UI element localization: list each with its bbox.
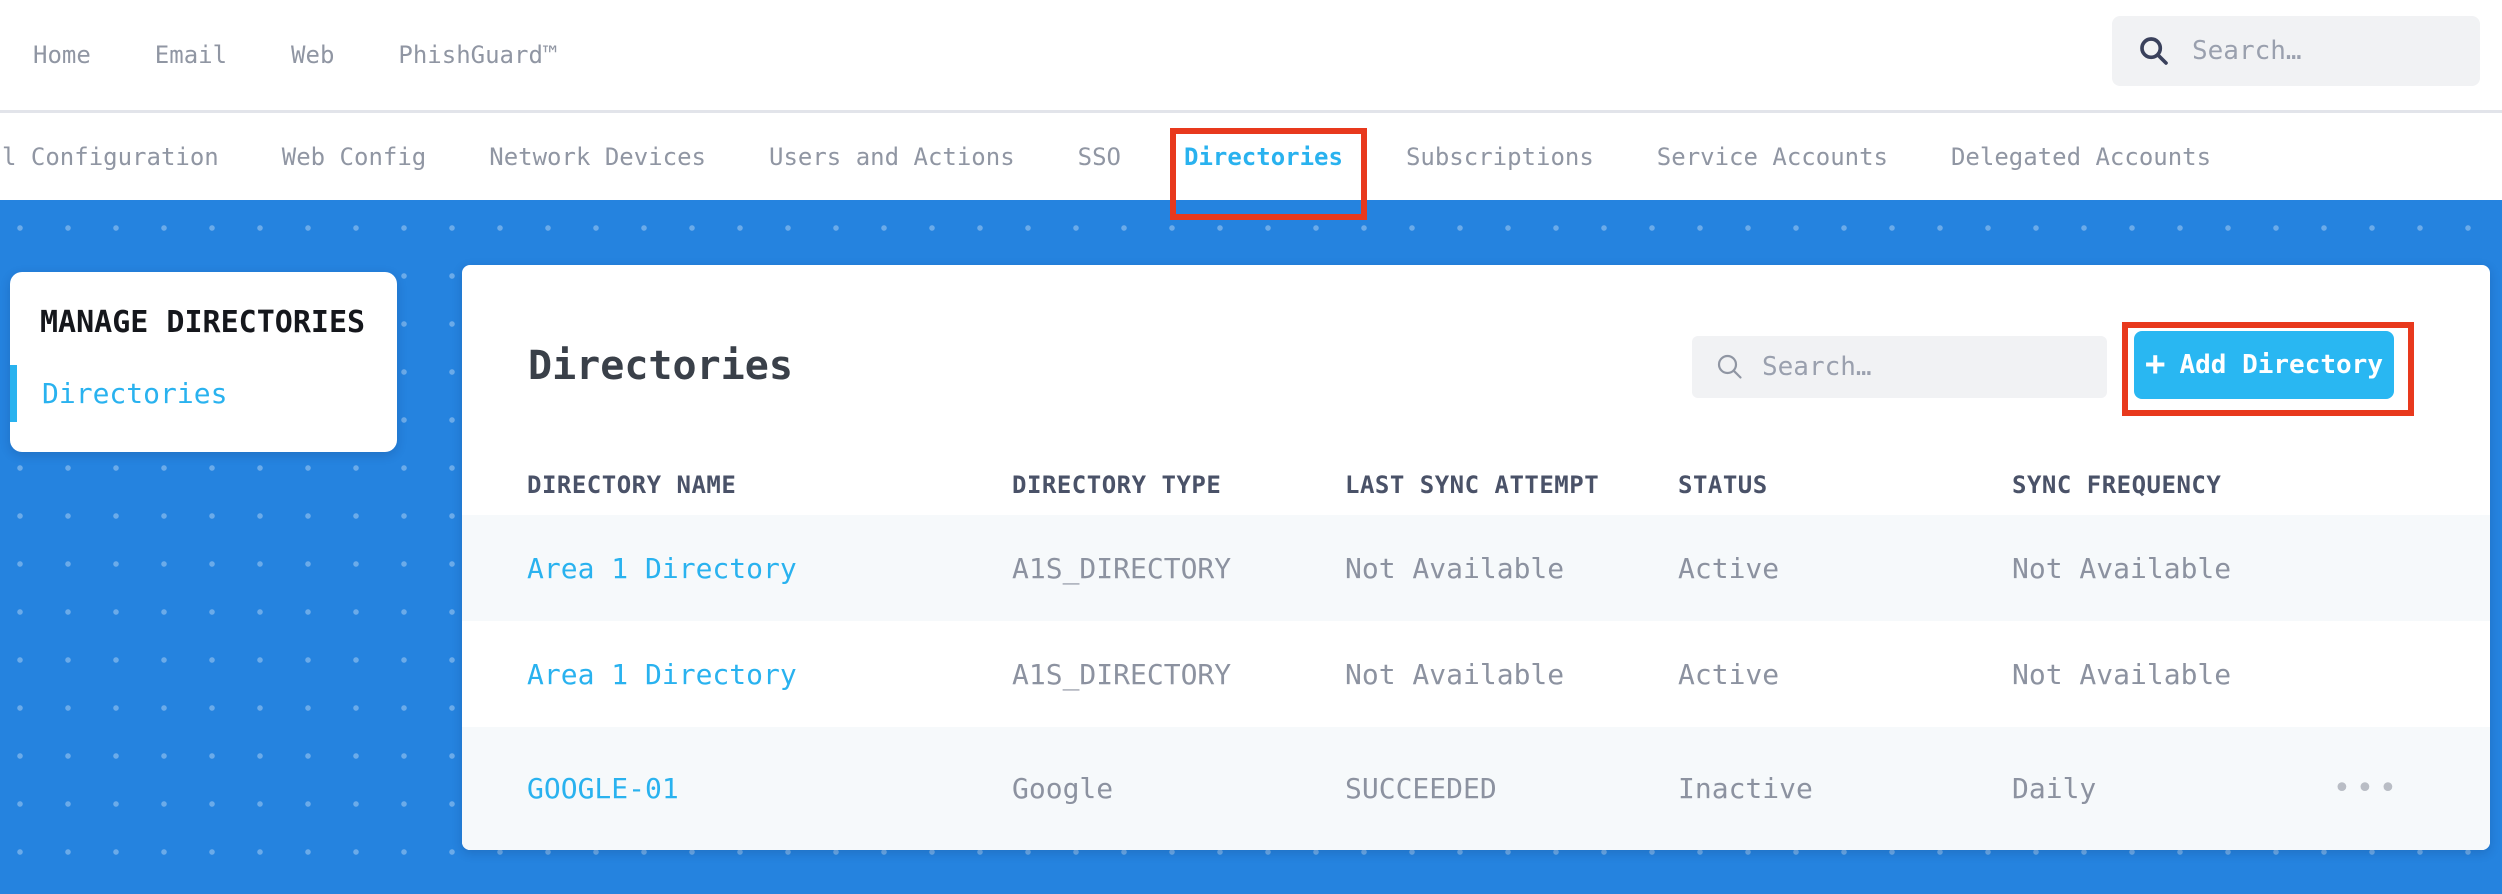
col-header-status: STATUS — [1678, 471, 1768, 499]
directory-type-cell: A1S_DIRECTORY — [1012, 551, 1232, 585]
plus-icon: + — [2145, 344, 2166, 384]
sidebar-item-label: Directories — [42, 377, 228, 410]
tab-web-config[interactable]: Web Config — [282, 113, 427, 200]
sidebar-card: MANAGE DIRECTORIES Directories — [10, 272, 397, 452]
directories-search-input[interactable] — [1762, 352, 2062, 382]
sync-frequency-cell: Not Available — [2012, 551, 2232, 585]
row-actions-menu-icon[interactable]: ••• — [2333, 773, 2402, 804]
tab-directories-label: Directories — [1184, 142, 1343, 171]
directory-name-link[interactable]: GOOGLE-01 — [527, 772, 1012, 805]
nav-link-home[interactable]: Home — [33, 41, 91, 69]
add-directory-button[interactable]: + Add Directory — [2134, 331, 2394, 399]
nav-link-web[interactable]: Web — [291, 41, 334, 69]
page-title: Directories — [528, 343, 793, 389]
col-header-sync-frequency: SYNC FREQUENCY — [2012, 471, 2222, 499]
col-header-last-sync-attempt: LAST SYNC ATTEMPT — [1345, 471, 1600, 499]
table-header-row: DIRECTORY NAME DIRECTORY TYPE LAST SYNC … — [462, 455, 2490, 515]
global-search-input[interactable] — [2192, 36, 2462, 66]
tab-delegated-accounts[interactable]: Delegated Accounts — [1951, 113, 2211, 200]
directories-search-box[interactable] — [1692, 336, 2107, 398]
global-search-box[interactable] — [2112, 16, 2480, 86]
tab-sso[interactable]: SSO — [1078, 113, 1121, 200]
directories-panel: Directories + Add Directory DIRECTORY NA… — [462, 265, 2490, 850]
nav-link-email[interactable]: Email — [155, 41, 227, 69]
directory-name-link[interactable]: Area 1 Directory — [527, 552, 1012, 585]
last-sync-cell: Not Available — [1345, 657, 1565, 691]
tab-users-and-actions[interactable]: Users and Actions — [769, 113, 1015, 200]
directory-type-cell: A1S_DIRECTORY — [1012, 657, 1232, 691]
col-header-directory-type: DIRECTORY TYPE — [1012, 471, 1222, 499]
tab-directories[interactable]: Directories — [1181, 113, 1346, 206]
status-cell: Active — [1678, 657, 1780, 691]
table-row: Area 1 Directory A1S_DIRECTORY Not Avail… — [462, 621, 2490, 727]
content-area: MANAGE DIRECTORIES Directories Directori… — [0, 200, 2502, 894]
sidebar-item-directories[interactable]: Directories — [10, 365, 397, 422]
tab-subscriptions[interactable]: Subscriptions — [1406, 113, 1594, 200]
search-icon — [1717, 354, 1742, 379]
last-sync-cell: Not Available — [1345, 551, 1565, 585]
sync-frequency-cell: Daily — [2012, 772, 2097, 805]
table-row: GOOGLE-01 Google SUCCEEDED Inactive Dail… — [462, 727, 2490, 850]
status-cell: Inactive — [1678, 772, 1813, 805]
sidebar-active-indicator — [10, 365, 17, 422]
sync-frequency-cell: Not Available — [2012, 657, 2232, 691]
directory-type-cell: Google — [1012, 772, 1114, 805]
directory-name-link[interactable]: Area 1 Directory — [527, 658, 1012, 691]
top-nav: Home Email Web PhishGuard™ — [0, 0, 2502, 110]
status-cell: Active — [1678, 551, 1780, 585]
table-row: Area 1 Directory A1S_DIRECTORY Not Avail… — [462, 515, 2490, 621]
tab-email-configuration[interactable]: l Configuration — [2, 113, 219, 200]
col-header-directory-name: DIRECTORY NAME — [527, 471, 737, 499]
tab-network-devices[interactable]: Network Devices — [489, 113, 706, 200]
tab-service-accounts[interactable]: Service Accounts — [1657, 113, 1888, 200]
sidebar-title: MANAGE DIRECTORIES — [40, 305, 366, 340]
nav-link-phishguard[interactable]: PhishGuard™ — [398, 41, 557, 69]
add-directory-button-label: Add Directory — [2179, 350, 2383, 380]
tab-nav: l Configuration Web Config Network Devic… — [0, 113, 2502, 206]
app-root: Home Email Web PhishGuard™ l Configurati… — [0, 0, 2502, 894]
search-icon — [2140, 37, 2168, 65]
last-sync-cell: SUCCEEDED — [1345, 772, 1497, 805]
